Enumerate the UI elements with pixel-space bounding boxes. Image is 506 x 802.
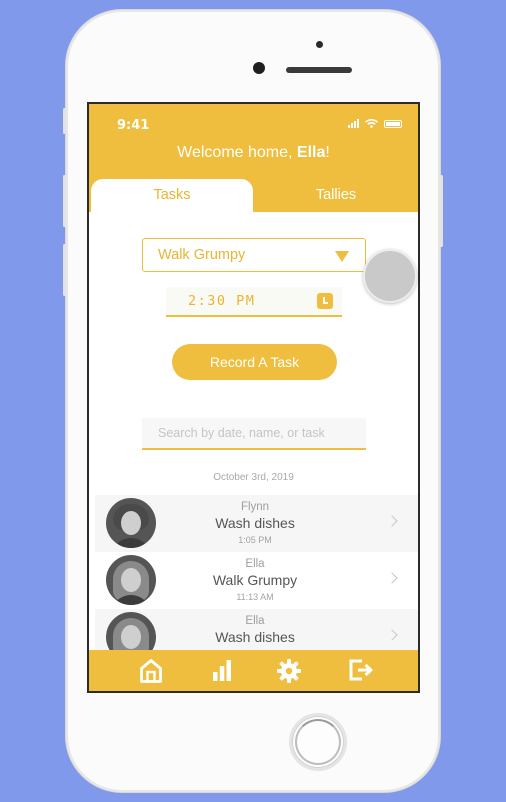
wifi-icon <box>365 119 378 128</box>
task-select[interactable]: Walk Grumpy <box>142 238 366 272</box>
app-header: 9:41 Welcome home, Ella! Tasks Tallies <box>89 104 418 212</box>
bar-chart-icon[interactable] <box>212 659 232 681</box>
tab-tasks[interactable]: Tasks <box>91 179 253 212</box>
welcome-suffix: ! <box>325 144 330 161</box>
entry-time: 11:13 AM <box>236 592 274 602</box>
search-input[interactable] <box>142 418 366 448</box>
logout-icon[interactable] <box>349 659 373 681</box>
entry-name: Ella <box>245 558 265 570</box>
entry-task: Walk Grumpy <box>212 572 298 588</box>
search-field[interactable] <box>142 418 366 450</box>
status-time: 9:41 <box>117 118 150 133</box>
tab-tallies[interactable]: Tallies <box>255 179 417 212</box>
time-input-value: 2:30 PM <box>188 293 256 309</box>
avatar <box>106 498 156 548</box>
touch-indicator <box>363 249 417 303</box>
list-item[interactable]: Ella Walk Grumpy 11:13 AM <box>95 552 418 609</box>
clock-icon[interactable] <box>317 293 333 309</box>
power-button <box>440 175 443 247</box>
app-screen: 9:41 Welcome home, Ella! Tasks Tallies W… <box>87 102 420 693</box>
entry-name: Flynn <box>240 501 270 513</box>
entry-task: Wash dishes <box>215 515 295 531</box>
welcome-message: Welcome home, Ella! <box>89 144 418 162</box>
chevron-right-icon <box>386 629 398 641</box>
bottom-nav <box>89 650 418 691</box>
volume-up-button <box>63 175 66 227</box>
dropdown-arrow-icon <box>335 251 349 262</box>
home-button-ring <box>295 719 341 765</box>
earpiece-speaker <box>286 67 352 73</box>
volume-down-button <box>63 244 66 296</box>
gear-icon[interactable] <box>277 659 301 683</box>
proximity-sensor <box>316 41 323 48</box>
task-select-value: Walk Grumpy <box>158 247 246 263</box>
welcome-prefix: Welcome home, <box>177 144 297 161</box>
entry-task: Wash dishes <box>215 629 295 645</box>
chevron-right-icon <box>386 515 398 527</box>
signal-icon <box>348 119 359 128</box>
home-icon[interactable] <box>140 659 162 683</box>
task-log-list: Flynn Wash dishes 1:05 PM Ella Walk Grum… <box>95 495 418 666</box>
battery-icon <box>384 119 402 128</box>
record-task-button[interactable]: Record A Task <box>172 344 337 380</box>
time-input[interactable]: 2:30 PM <box>166 287 342 317</box>
entry-time: 1:05 PM <box>238 535 272 545</box>
mute-switch <box>63 108 66 134</box>
front-camera <box>253 62 265 74</box>
list-item[interactable]: Flynn Wash dishes 1:05 PM <box>95 495 418 552</box>
chevron-right-icon <box>386 572 398 584</box>
log-date-heading: October 3rd, 2019 <box>213 472 294 483</box>
avatar <box>106 555 156 605</box>
entry-name: Ella <box>245 615 265 627</box>
welcome-name: Ella <box>296 144 326 161</box>
status-icons <box>348 119 402 128</box>
